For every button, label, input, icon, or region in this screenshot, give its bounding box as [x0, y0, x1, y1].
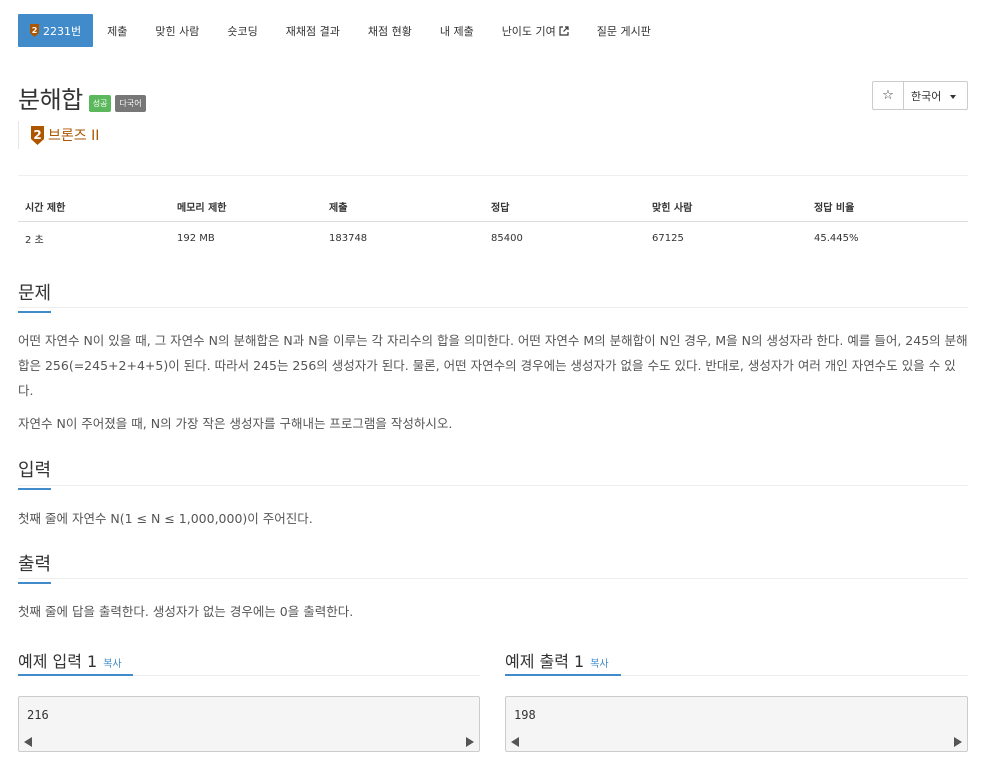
tab-status[interactable]: 채점 현황 [354, 14, 426, 47]
output-description: 첫째 줄에 답을 출력한다. 생성자가 없는 경우에는 0을 출력한다. [18, 604, 354, 619]
external-link-icon [559, 25, 569, 36]
input-heading: 입력 [18, 456, 52, 490]
tab-question-board-label: 질문 게시판 [596, 24, 651, 38]
column-header: 시간 제한 [18, 192, 170, 222]
description-paragraph: 어떤 자연수 N이 있을 때, 그 자연수 N의 분해합은 N과 N을 이루는 … [18, 333, 968, 398]
tab-short-coding[interactable]: 숏코딩 [213, 14, 271, 47]
heading-underline [18, 674, 133, 676]
sample-output-text: 198 [514, 708, 536, 722]
section-divider [18, 307, 968, 308]
output-heading-text: 출력 [18, 554, 52, 575]
sample-input-heading: 예제 입력 1 복사 [18, 648, 122, 672]
section-divider [133, 675, 480, 676]
success-badge: 성공 [88, 95, 112, 112]
scroll-right-arrow-icon[interactable] [466, 737, 474, 747]
tab-solved-users-label: 맞힌 사람 [155, 24, 200, 38]
column-header: 정답 비율 [807, 192, 968, 222]
heading-underline [505, 674, 621, 676]
section-divider [621, 675, 968, 676]
tab-submit-label: 제출 [107, 24, 128, 38]
tab-submit[interactable]: 제출 [93, 14, 141, 47]
scroll-right-arrow-icon[interactable] [954, 737, 962, 747]
tab-my-submissions-label: 내 제출 [439, 24, 474, 38]
tab-difficulty-vote[interactable]: 난이도 기여 [488, 14, 583, 47]
scroll-left-arrow-icon[interactable] [24, 737, 32, 747]
svg-text:2: 2 [32, 26, 38, 35]
sample-output-heading: 예제 출력 1 복사 [505, 648, 609, 672]
table-cell: 85400 [491, 232, 523, 244]
table-cell: 183748 [329, 232, 368, 244]
section-divider [18, 485, 968, 486]
problem-title: 분해합 [18, 86, 83, 114]
column-header: 메모리 제한 [170, 192, 322, 222]
tier-label: 브론즈 II [48, 128, 100, 144]
heading-underline [18, 582, 51, 584]
tab-solved-users[interactable]: 맞힌 사람 [141, 14, 213, 47]
tab-rejudge[interactable]: 재채점 결과 [272, 14, 354, 47]
language-dropdown[interactable]: 한국어 [904, 81, 968, 110]
section-divider [18, 578, 968, 579]
tab-short-coding-label: 숏코딩 [227, 24, 258, 38]
tab-my-submissions[interactable]: 내 제출 [426, 14, 488, 47]
problem-info-table: 시간 제한 메모리 제한 제출 정답 맞힌 사람 정답 비율 2 초 192 M… [18, 192, 968, 252]
table-cell: 67125 [652, 232, 684, 244]
sample-input-box[interactable]: 216 [18, 696, 480, 752]
column-header: 정답 [484, 192, 645, 222]
problem-tier[interactable]: 2 브론즈 II [18, 121, 99, 149]
tab-rejudge-label: 재채점 결과 [285, 24, 340, 38]
divider [18, 175, 968, 176]
table-header-row: 시간 제한 메모리 제한 제출 정답 맞힌 사람 정답 비율 [18, 192, 968, 222]
problem-nav-tabs: 2 2231번 제출 맞힌 사람 숏코딩 재채점 결과 채점 현황 내 제출 난… [18, 14, 665, 47]
description-heading-text: 문제 [18, 283, 52, 304]
copy-sample-input-link[interactable]: 복사 [103, 655, 121, 670]
sample-output-box[interactable]: 198 [505, 696, 968, 752]
input-heading-text: 입력 [18, 460, 52, 481]
scroll-left-arrow-icon[interactable] [511, 737, 519, 747]
bronze-tier-icon: 2 [30, 24, 39, 37]
table-cell: 2 초 [25, 234, 44, 246]
copy-sample-output-link[interactable]: 복사 [590, 655, 608, 670]
column-header: 맞힌 사람 [645, 192, 807, 222]
sample-output-heading-text: 예제 출력 1 [505, 652, 585, 671]
input-description: 첫째 줄에 자연수 N(1 ≤ N ≤ 1,000,000)이 주어진다. [18, 511, 313, 526]
problem-header: 분해합 성공 다국어 [18, 80, 146, 115]
table-row: 2 초 192 MB 183748 85400 67125 45.445% [18, 221, 968, 252]
heading-underline [18, 488, 51, 490]
table-cell: 192 MB [177, 232, 215, 244]
tab-status-label: 채점 현황 [367, 24, 412, 38]
output-heading: 출력 [18, 550, 52, 584]
sample-input-heading-text: 예제 입력 1 [18, 652, 98, 671]
caret-down-icon [950, 94, 957, 99]
column-header: 제출 [322, 192, 484, 222]
tab-difficulty-vote-label: 난이도 기여 [501, 24, 556, 38]
favorite-star-button[interactable]: ☆ [872, 81, 904, 110]
bronze-tier-icon: 2 [31, 125, 44, 145]
description-heading: 문제 [18, 279, 52, 313]
tab-question-board[interactable]: 질문 게시판 [583, 14, 665, 47]
table-cell: 45.445% [814, 232, 859, 244]
language-label: 한국어 [911, 89, 942, 103]
problem-toolbar: ☆ 한국어 [872, 81, 968, 110]
star-icon: ☆ [882, 88, 894, 103]
tier-level-number: 2 [33, 128, 41, 142]
sample-input-text: 216 [27, 708, 49, 722]
multilang-badge: 다국어 [115, 95, 146, 112]
tab-problem[interactable]: 2 2231번 [18, 14, 94, 47]
tab-problem-label: 2231번 [43, 24, 82, 38]
description-paragraph: 자연수 N이 주어졌을 때, N의 가장 작은 생성자를 구해내는 프로그램을 … [18, 416, 453, 431]
heading-underline [18, 311, 51, 313]
